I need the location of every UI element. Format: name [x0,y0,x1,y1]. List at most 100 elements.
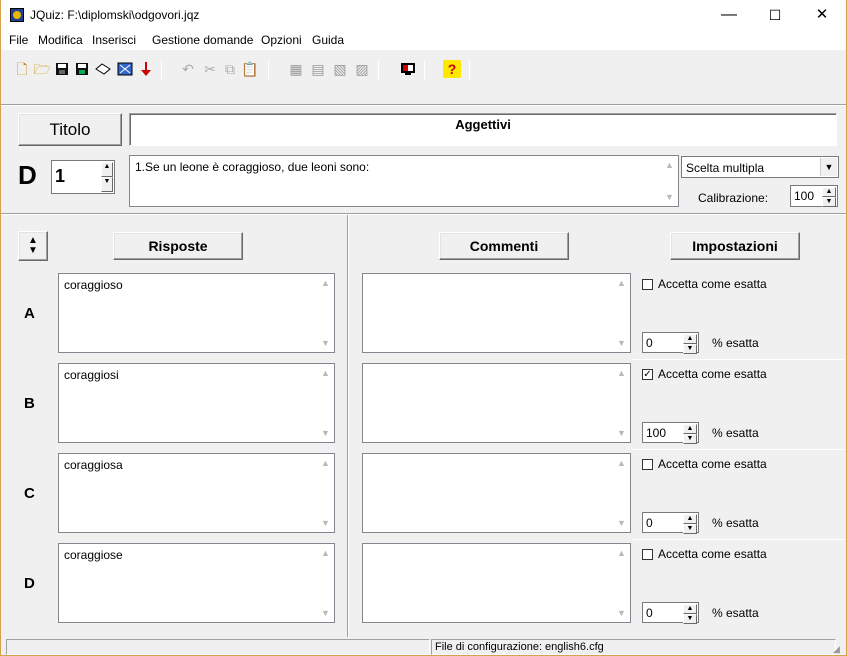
copy-icon[interactable]: ⧉ [221,60,239,78]
scroll-down-icon[interactable]: ▼ [321,428,330,438]
question-scrollbar[interactable]: ▲ ▼ [661,156,678,206]
comments-button[interactable]: Commenti [439,232,569,260]
accept-label[interactable]: Accetta come esatta [658,277,767,291]
accept-checkbox[interactable]: ✓ [642,369,653,380]
vertical-splitter[interactable] [347,215,349,637]
menu-opzioni[interactable]: Opzioni [261,33,302,47]
menu-inserisci[interactable]: Inserisci [92,33,136,47]
new-file-icon[interactable]: 🗋 [13,60,31,78]
spin-up-icon[interactable]: ▲ [683,514,697,524]
scroll-up-icon[interactable]: ▲ [617,458,626,468]
tool-1-icon[interactable]: ▦ [287,60,305,78]
scroll-up-icon[interactable]: ▲ [321,278,330,288]
settings-button[interactable]: Impostazioni [670,232,800,260]
cut-icon[interactable]: ✂ [201,60,219,78]
minimize-button[interactable]: — [706,0,752,30]
reorder-answers-button[interactable]: ▲ ▼ [18,231,48,261]
percent-spin-buttons[interactable]: ▲ ▼ [683,424,697,444]
comment-scrollbar[interactable]: ▲ ▼ [613,274,630,352]
title-bar[interactable]: JQuiz: F:\diplomski\odgovori.jqz — ☐ ✕ [1,0,846,30]
spin-up-icon[interactable]: ▲ [101,162,113,177]
scroll-up-icon[interactable]: ▲ [321,368,330,378]
calibration-spinner[interactable]: 100 ▲ ▼ [790,185,838,207]
question-type-select[interactable]: Scelta multipla ▼ [681,156,839,178]
scroll-up-icon[interactable]: ▲ [321,458,330,468]
answer-textarea[interactable]: coraggioso ▲ ▼ [58,273,335,353]
spin-down-icon[interactable]: ▼ [683,524,697,534]
spin-up-icon[interactable]: ▲ [683,334,697,344]
answer-scrollbar[interactable]: ▲ ▼ [317,274,334,352]
spin-down-icon[interactable]: ▼ [101,177,113,192]
screen-icon[interactable] [399,60,417,78]
accept-checkbox[interactable] [642,459,653,470]
answer-textarea[interactable]: coraggiosi ▲ ▼ [58,363,335,443]
tool-4-icon[interactable]: ▨ [353,60,371,78]
spin-down-icon[interactable]: ▼ [822,197,836,207]
eraser-icon[interactable] [94,60,112,78]
spin-down-icon[interactable]: ▼ [683,614,697,624]
save-as-icon[interactable] [73,60,91,78]
comment-scrollbar[interactable]: ▲ ▼ [613,454,630,532]
spin-down-icon[interactable]: ▼ [683,344,697,354]
scroll-down-icon[interactable]: ▼ [321,338,330,348]
spin-down-icon[interactable]: ▼ [683,434,697,444]
help-icon[interactable]: ? [443,60,461,78]
close-button[interactable]: ✕ [799,0,845,30]
scroll-down-icon[interactable]: ▼ [617,608,626,618]
percent-spinner[interactable]: 100 ▲ ▼ [642,422,699,444]
maximize-button[interactable]: ☐ [752,0,798,30]
scroll-down-icon[interactable]: ▼ [617,428,626,438]
accept-label[interactable]: Accetta come esatta [658,457,767,471]
menu-gestione-domande[interactable]: Gestione domande [152,33,253,47]
spin-up-icon[interactable]: ▲ [822,187,836,197]
chevron-down-icon[interactable]: ▼ [820,158,837,176]
scroll-down-icon[interactable]: ▼ [617,518,626,528]
paste-icon[interactable]: 📋 [241,60,259,78]
answer-scrollbar[interactable]: ▲ ▼ [317,544,334,622]
tool-2-icon[interactable]: ▤ [309,60,327,78]
spin-up-icon[interactable]: ▲ [683,604,697,614]
accept-label[interactable]: Accetta come esatta [658,547,767,561]
percent-spin-buttons[interactable]: ▲ ▼ [683,604,697,624]
answer-scrollbar[interactable]: ▲ ▼ [317,364,334,442]
spin-up-icon[interactable]: ▲ [683,424,697,434]
tool-3-icon[interactable]: ▧ [331,60,349,78]
comment-scrollbar[interactable]: ▲ ▼ [613,544,630,622]
accept-checkbox[interactable] [642,279,653,290]
answer-textarea[interactable]: coraggiosa ▲ ▼ [58,453,335,533]
scroll-up-icon[interactable]: ▲ [665,160,674,170]
calibration-spin-buttons[interactable]: ▲ ▼ [822,187,836,207]
scroll-down-icon[interactable]: ▼ [321,518,330,528]
comment-scrollbar[interactable]: ▲ ▼ [613,364,630,442]
scroll-down-icon[interactable]: ▼ [665,192,674,202]
title-field[interactable]: Aggettivi [129,113,837,146]
percent-spin-buttons[interactable]: ▲ ▼ [683,334,697,354]
accept-checkbox[interactable] [642,549,653,560]
answer-textarea[interactable]: coraggiose ▲ ▼ [58,543,335,623]
comment-textarea[interactable]: ▲ ▼ [362,363,631,443]
accept-label[interactable]: Accetta come esatta [658,367,767,381]
menu-modifica[interactable]: Modifica [38,33,83,47]
menu-file[interactable]: File [9,33,28,47]
answer-scrollbar[interactable]: ▲ ▼ [317,454,334,532]
save-icon[interactable] [53,60,71,78]
percent-spinner[interactable]: 0 ▲ ▼ [642,602,699,624]
menu-guida[interactable]: Guida [312,33,344,47]
question-number-spinner[interactable]: 1 ▲ ▼ [51,160,115,194]
scroll-up-icon[interactable]: ▲ [321,548,330,558]
resize-grip-icon[interactable]: ◢ [833,644,843,654]
undo-icon[interactable]: ↶ [179,60,197,78]
question-textarea[interactable]: 1.Se un leone è coraggioso, due leoni so… [129,155,679,207]
answers-button[interactable]: Risposte [113,232,243,260]
question-spin-buttons[interactable]: ▲ ▼ [101,162,113,192]
scroll-up-icon[interactable]: ▲ [617,548,626,558]
percent-spin-buttons[interactable]: ▲ ▼ [683,514,697,534]
comment-textarea[interactable]: ▲ ▼ [362,273,631,353]
scroll-down-icon[interactable]: ▼ [321,608,330,618]
down-arrow-icon[interactable] [137,60,155,78]
scroll-up-icon[interactable]: ▲ [617,278,626,288]
open-folder-icon[interactable]: 🗁 [33,60,51,78]
percent-spinner[interactable]: 0 ▲ ▼ [642,332,699,354]
comment-textarea[interactable]: ▲ ▼ [362,543,631,623]
web-export-icon[interactable] [116,60,134,78]
